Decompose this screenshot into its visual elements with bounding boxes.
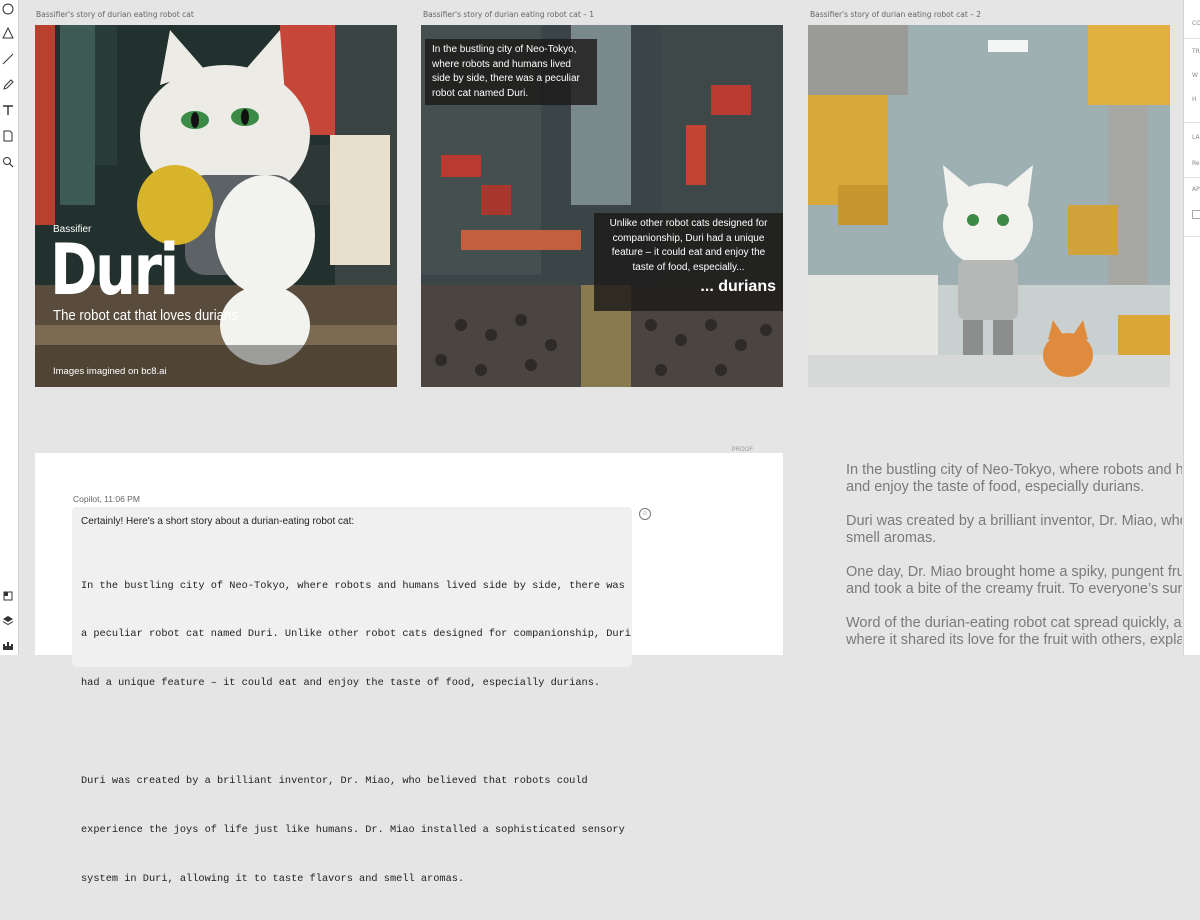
story-caption-2-emphasis: ... durians bbox=[700, 278, 776, 295]
pen-icon[interactable] bbox=[1, 78, 15, 92]
page-icon[interactable] bbox=[1, 129, 15, 143]
panel-label[interactable]: Re bbox=[1192, 160, 1200, 167]
story-paragraph: In the bustling city of Neo-Tokyo, where… bbox=[846, 462, 1182, 496]
panel-label[interactable]: W bbox=[1192, 72, 1198, 79]
cover-title: Duri bbox=[50, 229, 179, 311]
frame-label[interactable]: Bassifier's story of durian eating robot… bbox=[36, 10, 194, 19]
smiley-icon[interactable]: ☺ bbox=[639, 508, 651, 520]
text-icon[interactable] bbox=[1, 103, 15, 117]
story-line: In the bustling city of Neo-Tokyo, where… bbox=[846, 462, 1182, 478]
frame-label[interactable]: Bassifier's story of durian eating robot… bbox=[810, 10, 981, 19]
frame-label[interactable]: Bassifier's story of durian eating robot… bbox=[423, 10, 594, 19]
story-paragraph: One day, Dr. Miao brought home a spiky, … bbox=[846, 564, 1182, 598]
copilot-message[interactable]: Certainly! Here's a short story about a … bbox=[72, 507, 632, 885]
panel-divider bbox=[1184, 236, 1200, 237]
message-line: had a unique feature – it could eat and … bbox=[81, 677, 601, 690]
copilot-chat-panel[interactable]: PROOF Copilot, 11:06 PM Certainly! Here'… bbox=[35, 447, 783, 885]
ellipse-icon[interactable] bbox=[1, 2, 15, 16]
frame-page-1[interactable]: In the bustling city of Neo-Tokyo, where… bbox=[421, 25, 783, 387]
story-caption-2: Unlike other robot cats designed for com… bbox=[594, 213, 783, 311]
panel-label[interactable]: H bbox=[1192, 96, 1197, 103]
message-line: system in Duri, allowing it to taste fla… bbox=[81, 872, 465, 885]
plugins-icon[interactable] bbox=[1, 638, 15, 652]
story-caption-1: In the bustling city of Neo-Tokyo, where… bbox=[425, 39, 597, 105]
triangle-icon[interactable] bbox=[1, 26, 15, 40]
frame-cover[interactable]: Bassifier Duri The robot cat that loves … bbox=[35, 25, 397, 387]
story-paragraph: Word of the durian-eating robot cat spre… bbox=[846, 615, 1182, 649]
panel-divider bbox=[1184, 177, 1200, 178]
story-caption-2-text: Unlike other robot cats designed for com… bbox=[609, 218, 768, 273]
story-line: Duri was created by a brilliant inventor… bbox=[846, 513, 1182, 529]
cover-footer: Images imagined on bc8.ai bbox=[53, 366, 167, 377]
panel-label: AP bbox=[1192, 186, 1200, 193]
message-line: Duri was created by a brilliant inventor… bbox=[81, 775, 588, 788]
story-text-block: In the bustling city of Neo-Tokyo, where… bbox=[846, 462, 1182, 666]
frame-page-2[interactable] bbox=[808, 25, 1170, 387]
story-line: where it shared its love for the fruit w… bbox=[846, 632, 1182, 648]
checkbox-icon[interactable] bbox=[1192, 210, 1200, 219]
story-line: Word of the durian-eating robot cat spre… bbox=[846, 615, 1182, 631]
story-line: smell aromas. bbox=[846, 530, 937, 546]
search-icon[interactable] bbox=[1, 155, 15, 169]
panel-divider bbox=[1184, 38, 1200, 39]
cover-tagline: The robot cat that loves durians bbox=[53, 307, 238, 324]
message-body: In the bustling city of Neo-Tokyo, where… bbox=[81, 545, 631, 920]
message-line: In the bustling city of Neo-Tokyo, where… bbox=[81, 579, 625, 592]
panel-divider bbox=[1184, 122, 1200, 123]
lab-illustration bbox=[808, 25, 1170, 387]
message-line bbox=[81, 724, 629, 740]
layers-icon[interactable] bbox=[1, 613, 15, 627]
story-line: One day, Dr. Miao brought home a spiky, … bbox=[846, 564, 1182, 580]
left-toolbar bbox=[0, 0, 19, 655]
message-line: a peculiar robot cat named Duri. Unlike … bbox=[81, 628, 631, 641]
message-line: experience the joys of life just like hu… bbox=[81, 824, 625, 837]
story-paragraph: Duri was created by a brilliant inventor… bbox=[846, 513, 1182, 547]
frame-icon[interactable] bbox=[1, 589, 15, 603]
properties-panel: CO TR W H LA Re AP bbox=[1183, 0, 1200, 655]
story-line: and took a bite of the creamy fruit. To … bbox=[846, 581, 1182, 597]
story-line: and enjoy the taste of food, especially … bbox=[846, 479, 1145, 495]
cover-illustration bbox=[35, 25, 397, 387]
panel-corner-label: PROOF bbox=[731, 447, 753, 453]
panel-label: CO bbox=[1192, 20, 1200, 27]
panel-label: LA bbox=[1192, 134, 1200, 141]
message-meta: Copilot, 11:06 PM bbox=[73, 494, 140, 504]
panel-label: TR bbox=[1192, 48, 1200, 55]
message-intro: Certainly! Here's a short story about a … bbox=[81, 516, 355, 527]
line-icon[interactable] bbox=[1, 52, 15, 66]
